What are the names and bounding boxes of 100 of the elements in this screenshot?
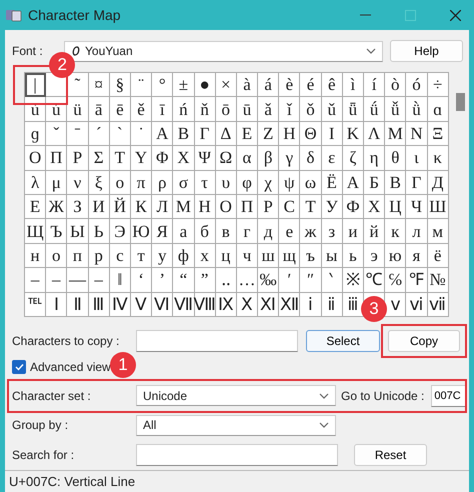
character-cell[interactable]: δ (300, 146, 322, 171)
character-cell[interactable]: щ (279, 244, 300, 268)
character-cell[interactable]: Я (152, 219, 174, 244)
character-cell[interactable]: Μ (385, 122, 406, 146)
character-cell[interactable]: ″ (300, 268, 322, 293)
character-cell[interactable]: Ε (236, 122, 258, 146)
character-cell[interactable]: Η (279, 122, 300, 146)
character-cell[interactable]: Χ (173, 146, 194, 171)
character-cell[interactable]: Ⅰ (46, 292, 68, 317)
character-cell[interactable]: ò (385, 73, 406, 98)
character-cell[interactable]: С (279, 194, 300, 220)
character-cell[interactable]: ‖ (110, 268, 131, 293)
go-to-unicode-field[interactable]: 007C (431, 384, 468, 407)
character-cell[interactable]: ш (258, 244, 280, 268)
character-cell[interactable]: ˋ (110, 122, 131, 146)
character-cell[interactable]: υ (216, 170, 237, 195)
character-cell[interactable]: Г (406, 170, 428, 195)
character-cell[interactable]: Δ (216, 122, 237, 146)
character-cell[interactable]: ó (406, 73, 428, 98)
character-cell[interactable]: в (216, 219, 237, 244)
character-cell[interactable]: И (88, 194, 110, 220)
character-cell[interactable]: с (110, 244, 131, 268)
character-cell[interactable]: р (88, 244, 110, 268)
character-cell[interactable]: У (322, 194, 343, 220)
character-cell[interactable]: ρ (152, 170, 174, 195)
character-cell[interactable]: ū (236, 97, 258, 122)
character-cell[interactable]: ε (322, 146, 343, 171)
character-cell[interactable]: э (364, 244, 386, 268)
character-cell[interactable]: ы (322, 244, 343, 268)
character-cell[interactable]: γ (279, 146, 300, 171)
character-cell[interactable]: ō (216, 97, 237, 122)
character-cell[interactable]: ‰ (258, 268, 280, 293)
character-cell[interactable]: ⅶ (428, 292, 449, 317)
character-cell[interactable]: Х (364, 194, 386, 220)
character-cell[interactable]: Ⅴ (130, 292, 152, 317)
character-cell[interactable]: Ф (342, 194, 364, 220)
character-cell[interactable]: ü (67, 97, 89, 122)
character-cell[interactable]: ω (300, 170, 322, 195)
character-cell[interactable]: ν (67, 170, 89, 195)
character-cell[interactable]: Ζ (258, 122, 280, 146)
character-cell[interactable]: о (46, 244, 68, 268)
character-cell[interactable]: σ (173, 170, 194, 195)
character-cell[interactable]: Т (300, 194, 322, 220)
character-cell[interactable]: Ψ (194, 146, 216, 171)
character-cell[interactable]: – (88, 268, 110, 293)
character-cell[interactable]: ǐ (279, 97, 300, 122)
character-cell[interactable]: я (406, 244, 428, 268)
character-cell[interactable]: ο (110, 170, 131, 195)
character-cell[interactable]: ж (300, 219, 322, 244)
character-cell[interactable]: Ω (216, 146, 237, 171)
character-cell[interactable]: Ν (406, 122, 428, 146)
character-cell[interactable]: ¨ (130, 73, 152, 98)
character-cell[interactable]: ÷ (428, 73, 449, 98)
character-cell[interactable]: ф (173, 244, 194, 268)
character-cell[interactable]: ‥ (216, 268, 237, 293)
character-cell[interactable]: ч (236, 244, 258, 268)
character-cell[interactable]: Ⅸ (216, 292, 237, 317)
character-cell[interactable]: Ⅻ (279, 292, 300, 317)
character-cell[interactable]: Ш (428, 194, 449, 220)
character-cell[interactable]: ю (385, 244, 406, 268)
character-cell[interactable]: λ (25, 170, 46, 195)
character-cell[interactable]: Ю (130, 219, 152, 244)
character-cell[interactable]: ‵ (322, 268, 343, 293)
character-cell[interactable]: л (406, 219, 428, 244)
character-cell[interactable]: В (385, 170, 406, 195)
character-cell[interactable]: ˙ (130, 122, 152, 146)
character-cell[interactable]: К (130, 194, 152, 220)
character-cell[interactable]: ′ (279, 268, 300, 293)
character-cell[interactable]: ” (194, 268, 216, 293)
character-cell[interactable]: í (364, 73, 386, 98)
character-cell[interactable]: б (194, 219, 216, 244)
character-cell[interactable]: α (236, 146, 258, 171)
character-cell[interactable]: … (236, 268, 258, 293)
character-cell[interactable]: β (258, 146, 280, 171)
character-cell[interactable]: – (46, 268, 68, 293)
character-cell[interactable]: | (25, 73, 46, 98)
character-cell[interactable]: ǒ (300, 97, 322, 122)
copy-button[interactable]: Copy (388, 330, 460, 352)
character-cell[interactable]: ˇ (46, 122, 68, 146)
character-cell[interactable]: Ы (67, 219, 89, 244)
character-cell[interactable]: § (110, 73, 131, 98)
character-cell[interactable]: ˊ (88, 122, 110, 146)
advanced-view-checkbox[interactable] (12, 360, 26, 374)
character-cell[interactable]: Й (110, 194, 131, 220)
character-cell[interactable]: и (342, 219, 364, 244)
character-cell[interactable]: “ (173, 268, 194, 293)
character-cell[interactable]: ǖ (342, 97, 364, 122)
character-cell[interactable]: ň (194, 97, 216, 122)
character-cell[interactable]: М (173, 194, 194, 220)
character-cell[interactable]: Κ (342, 122, 364, 146)
character-cell[interactable]: а (173, 219, 194, 244)
character-cell[interactable]: ° (152, 73, 174, 98)
character-cell[interactable]: ъ (300, 244, 322, 268)
character-cell[interactable]: Ⅶ (173, 292, 194, 317)
character-cell[interactable]: ℃ (364, 268, 386, 293)
character-cell[interactable]: ℅ (385, 268, 406, 293)
character-cell[interactable]: Α (152, 122, 174, 146)
character-cell[interactable]: Π (46, 146, 68, 171)
character-cell[interactable]: Σ (88, 146, 110, 171)
character-cell[interactable]: ● (194, 73, 216, 98)
